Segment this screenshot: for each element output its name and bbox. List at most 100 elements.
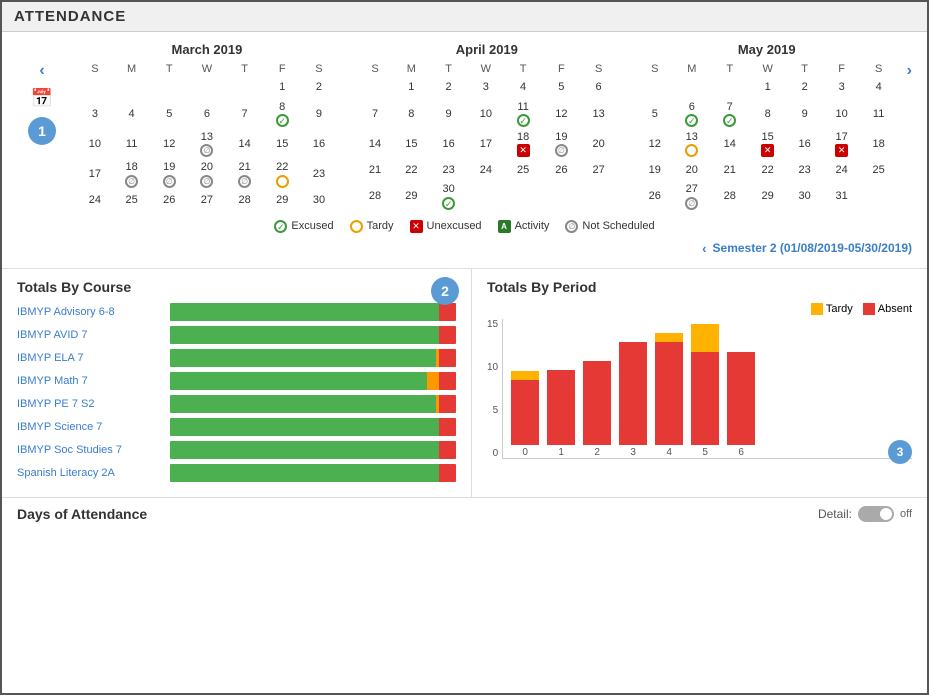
bar-orange (427, 372, 438, 390)
cal-cell: 23 (429, 159, 467, 181)
period-legend-label: Absent (878, 303, 912, 315)
course-row: IBMYP Science 7 (17, 418, 456, 436)
cal-cell: 26 (542, 159, 580, 181)
cal-cell: 22 (393, 159, 429, 181)
cal-header: M (673, 61, 711, 77)
x-label: 5 (702, 447, 708, 458)
cal-cell: 21 (357, 159, 393, 181)
period-bar-group: 6 (727, 352, 755, 458)
cal-cell: 13 (673, 129, 711, 159)
cal-cell: 30 (787, 181, 823, 211)
cal-cell: 8 (393, 99, 429, 129)
cal-cell (188, 77, 226, 99)
course-row: IBMYP Soc Studies 7 (17, 441, 456, 459)
legend-item: ∅ Not Scheduled (565, 220, 654, 233)
y-axis: 15 10 5 0 (487, 319, 502, 459)
badge-2[interactable]: 2 (431, 277, 459, 305)
bar-green (170, 441, 439, 459)
cal-header: F (542, 61, 580, 77)
month-title-0: March 2019 (77, 42, 337, 57)
cal-header: T (226, 61, 264, 77)
cal-cell: 22 (263, 159, 301, 189)
cal-cell (113, 77, 151, 99)
bar-absent (727, 352, 755, 445)
course-row: IBMYP Math 7 (17, 372, 456, 390)
badge-3[interactable]: 3 (888, 440, 912, 464)
bottom-section: Totals By Course 2 IBMYP Advisory 6-8 IB… (2, 269, 927, 498)
cal-cell: 5 (150, 99, 188, 129)
cal-cell: 14 (357, 129, 393, 159)
course-name[interactable]: IBMYP Science 7 (17, 421, 162, 433)
attendance-container: ATTENDANCE ‹ 📅 1 March 2019SMTWTFS123456… (0, 0, 929, 695)
cal-cell: 6 (580, 77, 616, 99)
cal-cell: 25 (504, 159, 542, 181)
notscheduled-icon: ∅ (163, 175, 176, 188)
cal-cell: 4 (861, 77, 897, 99)
cal-header: W (188, 61, 226, 77)
course-name[interactable]: IBMYP ELA 7 (17, 352, 162, 364)
badge-1[interactable]: 1 (28, 117, 56, 145)
legend-item: ✕ Unexcused (410, 220, 482, 233)
course-row: IBMYP AVID 7 (17, 326, 456, 344)
semester-prev[interactable]: ‹ (702, 241, 706, 256)
cal-cell (711, 77, 749, 99)
calendar-icon[interactable]: 📅 (31, 88, 53, 109)
cal-cell: 20 (580, 129, 616, 159)
legend-label: Activity (515, 220, 550, 232)
period-legend: Tardy Absent (487, 303, 912, 315)
legend-label: Not Scheduled (582, 220, 654, 232)
legend-activity-icon: A (498, 220, 511, 233)
month-title-2: May 2019 (637, 42, 897, 57)
cal-cell: 30✓ (429, 181, 467, 211)
course-name[interactable]: IBMYP AVID 7 (17, 329, 162, 341)
cal-header: S (77, 61, 113, 77)
course-bar (170, 395, 456, 413)
cal-cell: 11 (113, 129, 151, 159)
cal-cell: 26 (637, 181, 673, 211)
cal-cell: 7 (226, 99, 264, 129)
cal-header: M (113, 61, 151, 77)
course-name[interactable]: IBMYP PE 7 S2 (17, 398, 162, 410)
cal-cell (226, 77, 264, 99)
cal-cell: 19 (637, 159, 673, 181)
cal-cell: 15 (263, 129, 301, 159)
bar-tardy (691, 324, 719, 352)
next-arrow[interactable]: › (907, 62, 912, 80)
cal-cell: 12 (150, 129, 188, 159)
cal-cell: 10 (468, 99, 504, 129)
bar-red (439, 418, 456, 436)
month-title-1: April 2019 (357, 42, 617, 57)
semester-label[interactable]: Semester 2 (01/08/2019-05/30/2019) (713, 241, 912, 255)
course-name[interactable]: IBMYP Math 7 (17, 375, 162, 387)
period-legend-item: Tardy (811, 303, 853, 315)
period-bar-group: 4 (655, 333, 683, 458)
detail-toggle[interactable] (858, 506, 894, 522)
course-name[interactable]: Spanish Literacy 2A (17, 467, 162, 479)
semester-nav: ‹ Semester 2 (01/08/2019-05/30/2019) (17, 237, 912, 258)
cal-cell (637, 77, 673, 99)
notscheduled-icon: ∅ (200, 144, 213, 157)
cal-cell: 10 (77, 129, 113, 159)
course-name[interactable]: IBMYP Advisory 6-8 (17, 306, 162, 318)
legend: ✓ Excused Tardy ✕ Unexcused A Activity ∅… (17, 212, 912, 237)
cal-cell: 9 (301, 99, 337, 129)
cal-cell (150, 77, 188, 99)
cal-cell: 2 (787, 77, 823, 99)
legend-notscheduled-icon: ∅ (565, 220, 578, 233)
legend-label: Tardy (367, 220, 394, 232)
bar-absent (583, 361, 611, 445)
bar-absent (619, 342, 647, 445)
cal-table-2: SMTWTFS123456✓7✓89101112131415✕1617✕1819… (637, 61, 897, 212)
detail-control: Detail: off (818, 506, 912, 522)
cal-cell: 16 (787, 129, 823, 159)
cal-cell: 13 (580, 99, 616, 129)
excused-icon: ✓ (276, 114, 289, 127)
cal-cell: 27∅ (673, 181, 711, 211)
course-name[interactable]: IBMYP Soc Studies 7 (17, 444, 162, 456)
left-controls: ‹ 📅 1 (17, 42, 67, 145)
prev-arrow[interactable]: ‹ (39, 62, 44, 80)
totals-period-title: Totals By Period (487, 279, 912, 295)
month-1: April 2019SMTWTFS1234567891011✓121314151… (357, 42, 617, 212)
cal-cell: 14 (226, 129, 264, 159)
bar-green (170, 303, 439, 321)
